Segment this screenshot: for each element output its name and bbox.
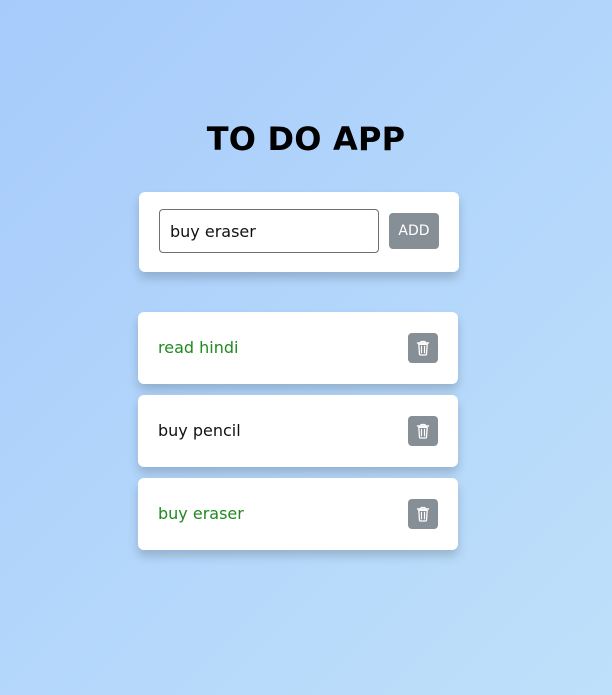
delete-button[interactable] bbox=[408, 416, 438, 446]
todo-item: buy pencil bbox=[138, 395, 458, 467]
todo-form: ADD bbox=[139, 192, 459, 272]
delete-button[interactable] bbox=[408, 333, 438, 363]
todo-item-text[interactable]: buy pencil bbox=[158, 395, 241, 467]
page-title: TO DO APP bbox=[206, 120, 406, 158]
trash-icon bbox=[416, 506, 430, 522]
delete-button[interactable] bbox=[408, 499, 438, 529]
trash-icon bbox=[416, 340, 430, 356]
todo-item-text[interactable]: read hindi bbox=[158, 312, 238, 384]
todo-list: read hindi buy pencil buy eraser bbox=[138, 312, 458, 561]
trash-icon bbox=[416, 423, 430, 439]
todo-input[interactable] bbox=[159, 209, 379, 253]
todo-item: read hindi bbox=[138, 312, 458, 384]
todo-item-text[interactable]: buy eraser bbox=[158, 478, 244, 550]
add-button[interactable]: ADD bbox=[389, 213, 439, 249]
todo-item: buy eraser bbox=[138, 478, 458, 550]
